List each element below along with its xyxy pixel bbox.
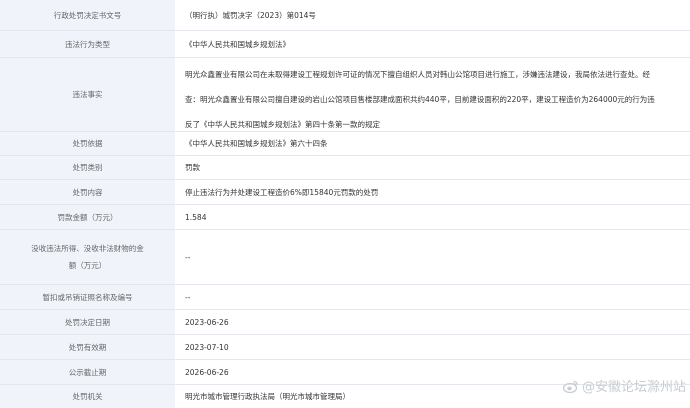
value-validity-period: 2023-07-10 [185, 342, 229, 352]
value-penalty-content: 停止违法行为并处建设工程造价6%即15840元罚款的处罚 [185, 187, 379, 197]
row-decision-date: 处罚决定日期 2023-06-26 [0, 310, 690, 335]
label-penalty-content: 处罚内容 [0, 180, 175, 204]
label-license-suspension: 暂扣或吊销证照名称及编号 [0, 285, 175, 309]
violation-facts-line: 查：明光众鑫置业有限公司擅自建设的岩山公馆项目售楼部建成面积共约440平，目前建… [185, 95, 655, 104]
row-decision-number: 行政处罚决定书文号 （明行执）城罚决字（2023）第014号 [0, 0, 690, 31]
row-penalty-basis: 处罚依据 《中华人民共和国城乡规划法》第六十四条 [0, 132, 690, 156]
row-violation-type: 违法行为类型 《中华人民共和国城乡规划法》 [0, 31, 690, 58]
label-confiscation-amount: 没收违法所得、没收非法财物的金额（万元） [0, 230, 175, 284]
label-violation-facts: 违法事实 [0, 58, 175, 131]
label-fine-amount: 罚款金额（万元） [0, 205, 175, 229]
penalty-info-table: 行政处罚决定书文号 （明行执）城罚决字（2023）第014号 违法行为类型 《中… [0, 0, 690, 408]
value-confiscation-amount: -- [185, 252, 191, 262]
watermark-text: @安徽论坛滁州站 [581, 380, 686, 395]
row-validity-period: 处罚有效期 2023-07-10 [0, 335, 690, 360]
row-violation-facts: 违法事实 明光众鑫置业有限公司在未取得建设工程规划许可证的情况下擅自组织人员对韩… [0, 58, 690, 132]
weibo-icon [562, 380, 579, 393]
label-violation-type: 违法行为类型 [0, 31, 175, 57]
label-decision-date: 处罚决定日期 [0, 310, 175, 334]
label-validity-period: 处罚有效期 [0, 335, 175, 359]
label-decision-number: 行政处罚决定书文号 [0, 0, 175, 30]
value-fine-amount: 1.584 [185, 212, 207, 222]
label-publicity-deadline: 公示截止期 [0, 360, 175, 384]
row-penalty-category: 处罚类别 罚款 [0, 156, 690, 180]
value-violation-facts: 明光众鑫置业有限公司在未取得建设工程规划许可证的情况下擅自组织人员对韩山公馆项目… [175, 58, 690, 131]
violation-facts-line: 明光众鑫置业有限公司在未取得建设工程规划许可证的情况下擅自组织人员对韩山公馆项目… [185, 70, 650, 79]
label-penalty-authority: 处罚机关 [0, 385, 175, 408]
row-confiscation-amount: 没收违法所得、没收非法财物的金额（万元） -- [0, 230, 690, 285]
value-decision-date: 2023-06-26 [185, 317, 229, 327]
row-license-suspension: 暂扣或吊销证照名称及编号 -- [0, 285, 690, 310]
value-penalty-basis: 《中华人民共和国城乡规划法》第六十四条 [185, 139, 328, 148]
watermark: @安徽论坛滁州站 [562, 376, 686, 395]
value-penalty-category: 罚款 [185, 163, 200, 172]
value-decision-number: （明行执）城罚决字（2023）第014号 [185, 10, 316, 20]
row-penalty-content: 处罚内容 停止违法行为并处建设工程造价6%即15840元罚款的处罚 [0, 180, 690, 205]
label-penalty-basis: 处罚依据 [0, 132, 175, 155]
violation-facts-line: 反了《中华人民共和国城乡规划法》第四十条第一款的规定 [185, 120, 380, 129]
value-violation-type: 《中华人民共和国城乡规划法》 [185, 39, 290, 49]
label-penalty-category: 处罚类别 [0, 156, 175, 179]
value-license-suspension: -- [185, 292, 191, 302]
row-fine-amount: 罚款金额（万元） 1.584 [0, 205, 690, 230]
